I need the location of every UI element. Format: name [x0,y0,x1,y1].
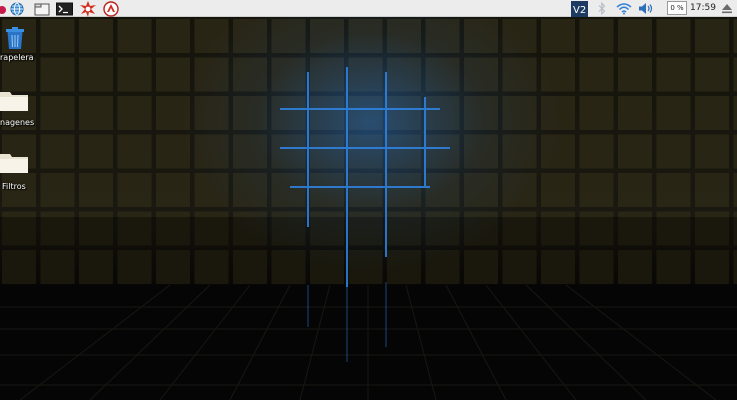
wolfram-icon[interactable] [101,0,121,17]
eject-icon[interactable] [719,0,735,17]
trash-icon [4,26,26,54]
desktop-screen: V2 0 % 17:59 rapelera nagenes Filtros [0,0,737,400]
clock[interactable]: 17:59 [690,0,716,17]
svg-text:V2: V2 [573,5,586,16]
folder-icon [0,150,28,178]
desktop-icon-label: Filtros [2,182,26,191]
desktop-icon-label: rapelera [0,53,34,62]
desktop-icon-filtros[interactable]: Filtros [0,150,44,194]
taskbar: V2 0 % 17:59 [0,0,737,17]
vnc-icon[interactable]: V2 [569,0,589,17]
desktop-wallpaper [0,17,737,400]
desktop-icon-trash[interactable]: rapelera [0,26,44,66]
file-manager-icon[interactable] [33,0,51,17]
folder-icon [0,88,28,116]
wifi-icon[interactable] [615,0,633,17]
desktop-icon-imagenes[interactable]: nagenes [0,88,44,130]
raspberry-menu-icon[interactable] [0,0,7,17]
terminal-icon[interactable] [55,0,73,17]
volume-icon[interactable] [637,0,655,17]
bluetooth-icon[interactable] [596,0,608,17]
math-kernel-icon[interactable] [79,0,97,17]
web-browser-icon[interactable] [9,0,25,17]
cpu-usage-meter[interactable]: 0 % [667,1,687,15]
desktop-icon-label: nagenes [0,118,35,127]
